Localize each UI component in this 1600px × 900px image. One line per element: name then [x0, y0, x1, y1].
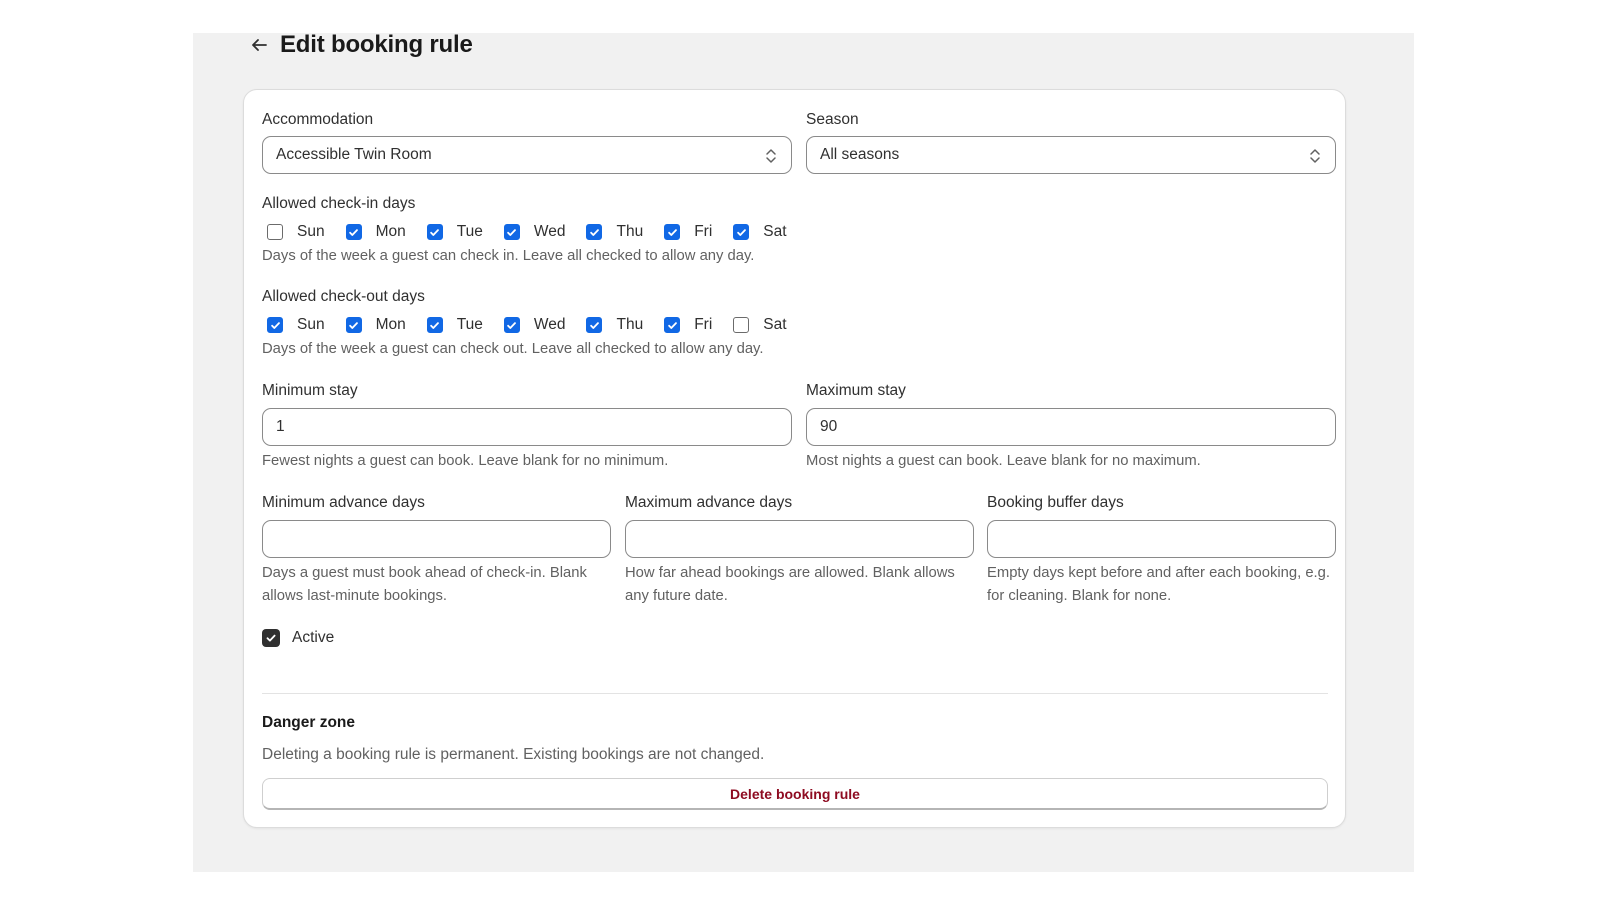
- maximum-stay-input[interactable]: 90: [806, 408, 1336, 446]
- checkout-day-sat[interactable]: Sat: [733, 316, 787, 334]
- day-label: Thu: [616, 223, 644, 240]
- checkbox-checked-icon: [426, 317, 443, 333]
- day-label: Tue: [456, 316, 483, 333]
- day-label: Sun: [297, 316, 325, 333]
- accommodation-label: Accommodation: [262, 111, 374, 128]
- page-title: Edit booking rule: [280, 31, 473, 58]
- minimum-stay-label: Minimum stay: [262, 382, 358, 399]
- day-label: Tue: [456, 223, 483, 240]
- minimum-advance-input[interactable]: [262, 520, 611, 558]
- maximum-advance-label: Maximum advance days: [625, 494, 793, 511]
- checkbox-checked-icon: [664, 317, 681, 333]
- delete-booking-rule-button[interactable]: Delete booking rule: [262, 778, 1328, 810]
- checkbox-unchecked-icon: [267, 224, 283, 240]
- checkin-day-fri[interactable]: Fri: [664, 223, 712, 241]
- page-header: Edit booking rule: [248, 30, 473, 60]
- minimum-stay-help: Fewest nights a guest can book. Leave bl…: [262, 453, 669, 469]
- checkout-day-wed[interactable]: Wed: [503, 316, 566, 334]
- checkout-day-fri[interactable]: Fri: [664, 316, 712, 334]
- danger-zone-title: Danger zone: [262, 714, 356, 731]
- checkbox-checked-icon: [503, 317, 520, 333]
- checkbox-checked-icon: [586, 224, 603, 240]
- select-chevron-icon: [766, 149, 776, 163]
- checkbox-unchecked-icon: [733, 317, 750, 333]
- checkin-days-group: Sun Mon Tue Wed Thu Fri Sat: [267, 221, 787, 243]
- minimum-advance-label: Minimum advance days: [262, 494, 425, 511]
- arrow-left-icon: [252, 39, 267, 51]
- day-label: Sat: [763, 223, 787, 240]
- checkin-days-label: Allowed check-in days: [262, 195, 416, 212]
- maximum-stay-value: 90: [820, 418, 838, 435]
- maximum-advance-help: How far ahead bookings are allowed. Blan…: [625, 565, 955, 604]
- booking-buffer-label: Booking buffer days: [987, 494, 1124, 511]
- checkin-day-thu[interactable]: Thu: [586, 223, 643, 241]
- divider: [262, 693, 1328, 694]
- accommodation-select[interactable]: Accessible Twin Room: [262, 136, 792, 174]
- checkbox-checked-icon: [503, 224, 520, 240]
- active-label: Active: [292, 629, 335, 646]
- checkbox-checked-icon: [426, 224, 443, 240]
- day-label: Mon: [375, 223, 406, 240]
- checkbox-checked-icon: [345, 224, 362, 240]
- checkbox-checked-icon: [664, 224, 681, 240]
- season-value: All seasons: [820, 146, 900, 163]
- checkin-day-wed[interactable]: Wed: [503, 223, 566, 241]
- maximum-stay-label: Maximum stay: [806, 382, 906, 399]
- minimum-stay-input[interactable]: 1: [262, 408, 792, 446]
- maximum-stay-help: Most nights a guest can book. Leave blan…: [806, 453, 1201, 469]
- danger-zone-text: Deleting a booking rule is permanent. Ex…: [262, 746, 765, 763]
- checkout-day-sun[interactable]: Sun: [267, 316, 325, 334]
- day-label: Fri: [694, 316, 713, 333]
- checkbox-checked-icon: [267, 317, 283, 333]
- checkbox-checked-icon: [262, 629, 280, 647]
- day-label: Mon: [375, 316, 406, 333]
- checkin-day-mon[interactable]: Mon: [345, 223, 406, 241]
- checkin-day-tue[interactable]: Tue: [426, 223, 483, 241]
- minimum-stay-value: 1: [276, 418, 285, 435]
- day-label: Wed: [533, 316, 566, 333]
- checkout-days-label: Allowed check-out days: [262, 288, 425, 305]
- accommodation-value: Accessible Twin Room: [276, 146, 432, 163]
- checkout-days-help: Days of the week a guest can check out. …: [262, 341, 764, 357]
- checkout-day-thu[interactable]: Thu: [586, 316, 643, 334]
- checkout-day-tue[interactable]: Tue: [426, 316, 483, 334]
- checkin-days-help: Days of the week a guest can check in. L…: [262, 248, 755, 264]
- booking-buffer-help: Empty days kept before and after each bo…: [987, 565, 1331, 604]
- checkout-day-mon[interactable]: Mon: [345, 316, 406, 334]
- day-label: Thu: [616, 316, 644, 333]
- checkbox-checked-icon: [733, 224, 750, 240]
- season-select[interactable]: All seasons: [806, 136, 1336, 174]
- checkin-day-sat[interactable]: Sat: [733, 223, 787, 241]
- checkin-day-sun[interactable]: Sun: [267, 223, 325, 241]
- checkbox-checked-icon: [345, 317, 362, 333]
- minimum-advance-help: Days a guest must book ahead of check-in…: [262, 565, 587, 604]
- back-button[interactable]: [248, 34, 270, 56]
- checkbox-checked-icon: [586, 317, 603, 333]
- season-label: Season: [806, 111, 859, 128]
- checkout-days-group: Sun Mon Tue Wed Thu Fri Sat: [267, 314, 787, 336]
- day-label: Sat: [763, 316, 787, 333]
- maximum-advance-input[interactable]: [625, 520, 974, 558]
- active-checkbox[interactable]: Active: [262, 629, 334, 647]
- select-chevron-icon: [1310, 149, 1320, 163]
- booking-buffer-input[interactable]: [987, 520, 1336, 558]
- day-label: Fri: [694, 223, 713, 240]
- day-label: Sun: [297, 223, 325, 240]
- day-label: Wed: [533, 223, 566, 240]
